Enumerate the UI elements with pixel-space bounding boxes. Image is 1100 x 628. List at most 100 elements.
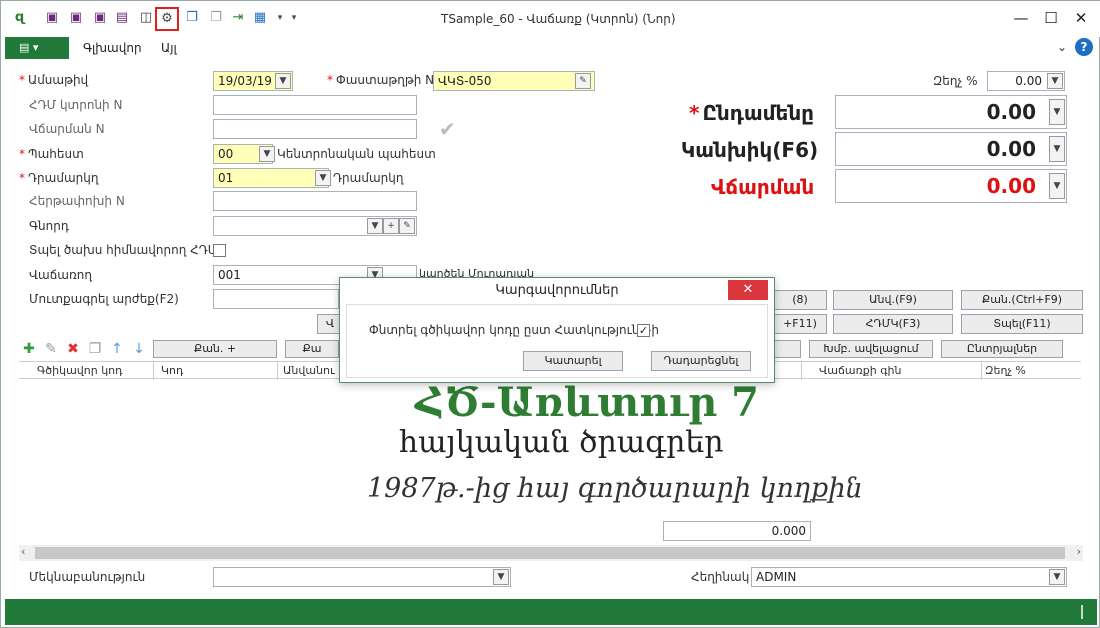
total-label: * Ընդամենը — [689, 101, 815, 125]
comment-input[interactable] — [213, 567, 511, 587]
cancel-f9-button[interactable]: Անվ.(F9) — [833, 290, 953, 310]
date-label: * Ամսաթիվ — [19, 73, 89, 87]
delete-row-icon[interactable]: ✖ — [65, 341, 81, 357]
author-dropdown-icon[interactable]: ▼ — [1049, 569, 1065, 585]
minimize-button[interactable]: — — [1007, 7, 1035, 29]
total-input[interactable]: 0.00 — [835, 95, 1067, 129]
copy-icon[interactable]: ❐ — [183, 9, 201, 27]
favorites-button[interactable]: Ընտրյալներ — [941, 340, 1063, 358]
cash-dropdown-icon[interactable]: ▼ — [1049, 136, 1065, 162]
main-window: ɋ ▣ ▣ ▣ ▤ ◫ ⚙ ❐ ❐ ⇥ ▦ ▾ ▾ TSample_60 - Վ… — [0, 0, 1100, 628]
print-f11-button[interactable]: Տպել(F11) — [961, 314, 1083, 334]
discount-dropdown-icon[interactable]: ▼ — [1047, 73, 1063, 89]
scrollbar-thumb[interactable] — [35, 547, 1065, 559]
menu-bar: ▤ ▾ Գլխավոր Այլ ⌄ ? — [5, 37, 1097, 59]
save-as-icon[interactable]: ▣ — [91, 9, 109, 27]
dialog-body: Փնտրել գծիկավոր կոդը ըստ Հատկություն1-ի … — [346, 304, 768, 378]
close-button[interactable]: ✕ — [1067, 7, 1095, 29]
grid-icon[interactable]: ▦ — [251, 9, 269, 27]
hdm-receipt-input[interactable] — [213, 95, 417, 115]
print-basis-checkbox[interactable] — [213, 244, 226, 257]
document-settings-icon[interactable]: ⚙ — [155, 7, 179, 31]
copy-row-icon[interactable]: ❐ — [87, 341, 103, 357]
qty-plus-button[interactable]: Քան. + — [153, 340, 277, 358]
doc-number-wand-icon[interactable]: ✎ — [575, 73, 591, 89]
cash-label: Կանխիկ(F6) — [681, 138, 819, 162]
doc-number-label: * Փաստաթղթի N — [327, 73, 435, 87]
menu-other[interactable]: Այլ — [161, 41, 177, 55]
dialog-close-button[interactable]: ✕ — [728, 280, 768, 300]
export-icon[interactable]: ⇥ — [229, 9, 247, 27]
payment-dropdown-icon[interactable]: ▼ — [1049, 173, 1065, 199]
enter-value-label: Մուտքագրել արժեք(F2) — [29, 292, 179, 306]
dialog-title: Կարգավորումներ — [495, 283, 619, 298]
cashbox-input[interactable]: 01 — [213, 168, 329, 188]
author-label: Հեղինակ — [691, 570, 750, 584]
warehouse-dropdown-icon[interactable]: ▼ — [259, 146, 275, 162]
buyer-add-icon[interactable]: + — [383, 218, 399, 234]
app-icon: ɋ — [14, 10, 26, 25]
payment-number-label: Վճարման N — [29, 122, 105, 136]
horizontal-scrollbar[interactable]: ‹ › — [19, 545, 1083, 561]
print-basis-label: Տպել ծախս հիմնավորող ՀԴՄԿ — [29, 243, 227, 257]
qty-ctrl-f9-button[interactable]: Քան.(Ctrl+F9) — [961, 290, 1083, 310]
hdm-receipt-label: ՀԴՄ կտրոնի N — [29, 98, 123, 112]
scroll-right-icon[interactable]: › — [1077, 545, 1081, 558]
save-close-icon[interactable]: ▣ — [67, 9, 85, 27]
buyer-edit-icon[interactable]: ✎ — [399, 218, 415, 234]
customize-toolbar-icon[interactable]: ▾ — [285, 9, 303, 27]
cash-input[interactable]: 0.00 — [835, 132, 1067, 166]
payment-input[interactable]: 0.00 — [835, 169, 1067, 203]
date-dropdown-icon[interactable]: ▼ — [275, 73, 291, 89]
dialog-cancel-button[interactable]: Դադարեցնել — [651, 351, 751, 371]
doc-number-input[interactable]: ՎԿՏ-050 — [433, 71, 595, 91]
scroll-left-icon[interactable]: ‹ — [21, 545, 25, 558]
comment-label: Մեկնաբանություն — [29, 570, 146, 584]
watermark-tagline: հայկական ծրագրեր — [399, 425, 724, 460]
settings-dialog: Կարգավորումներ ✕ Փնտրել գծիկավոր կոդը ըս… — [339, 277, 775, 383]
group-add-button[interactable]: Խմբ. ավելացում — [809, 340, 933, 358]
column-divider — [153, 362, 154, 380]
preview-icon[interactable]: ◫ — [137, 9, 155, 27]
payment-number-input[interactable] — [213, 119, 417, 139]
maximize-button[interactable]: ☐ — [1037, 7, 1065, 29]
cashbox-dropdown-icon[interactable]: ▼ — [315, 170, 331, 186]
column-divider — [981, 362, 982, 380]
collapse-ribbon-icon[interactable]: ⌄ — [1057, 40, 1067, 54]
buyer-dropdown-icon[interactable]: ▼ — [367, 218, 383, 234]
save-icon[interactable]: ▣ — [43, 9, 61, 27]
dialog-ok-button[interactable]: Կատարել — [523, 351, 623, 371]
warehouse-label: * Պահեստ — [19, 147, 84, 161]
resize-grip[interactable] — [1081, 605, 1083, 619]
move-down-icon[interactable]: ↓ — [131, 341, 147, 357]
column-sale-price[interactable]: Վաճառքի գին — [819, 364, 901, 377]
menu-main[interactable]: Գլխավոր — [83, 41, 142, 55]
hidden-toolbar-button[interactable] — [773, 340, 801, 358]
help-icon[interactable]: ? — [1075, 38, 1093, 56]
edit-row-icon[interactable]: ✎ — [43, 341, 59, 357]
seller-label: Վաճառող — [29, 268, 92, 282]
pdf-icon[interactable]: ▤ — [113, 9, 131, 27]
watermark-product-name: ՀԾ-Առևտուր 7 — [415, 379, 759, 426]
move-up-icon[interactable]: ↑ — [109, 341, 125, 357]
qty-second-button[interactable]: Քա — [285, 340, 339, 358]
column-name[interactable]: Անվանու — [283, 364, 335, 377]
add-row-icon[interactable]: ✚ — [21, 341, 37, 357]
watermark-slogan: 1987թ.-ից հայ գործարարի կողքին — [367, 473, 863, 504]
paste-icon[interactable]: ❐ — [207, 9, 225, 27]
f11-button[interactable]: +F11) — [773, 314, 827, 334]
column-discount[interactable]: Զեղչ % — [985, 364, 1026, 377]
column-code[interactable]: Կոդ — [161, 364, 183, 377]
author-input[interactable]: ADMIN — [751, 567, 1067, 587]
hdmk-f3-button[interactable]: ՀԴՄԿ(F3) — [833, 314, 953, 334]
column-barcode[interactable]: Գծիկավոր կոդ — [37, 364, 122, 377]
enter-value-input[interactable] — [213, 289, 339, 309]
f8-button[interactable]: (8) — [773, 290, 827, 310]
grid-total-value: 0.000 — [663, 521, 811, 541]
shift-number-input[interactable] — [213, 191, 417, 211]
comment-dropdown-icon[interactable]: ▼ — [493, 569, 509, 585]
barcode-search-checkbox[interactable]: ✓ — [637, 324, 650, 337]
warehouse-name: Կենտրոնական պահեստ — [277, 147, 436, 161]
ribbon-toggle-button[interactable]: ▤ ▾ — [5, 37, 69, 59]
total-dropdown-icon[interactable]: ▼ — [1049, 99, 1065, 125]
